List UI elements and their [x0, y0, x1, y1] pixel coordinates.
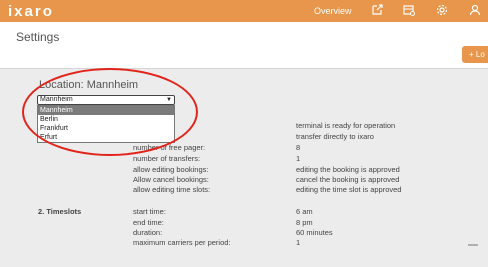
top-navigation-bar: ixaro Overview [0, 0, 488, 22]
calendar-settings-icon[interactable] [402, 3, 416, 17]
user-icon[interactable] [468, 3, 482, 17]
setting-label: Allow cancel bookings: [133, 175, 209, 184]
location-option[interactable]: Berlin [38, 115, 174, 124]
setting-value: 1 [296, 154, 301, 163]
setting-label: maximum carriers per period: [133, 238, 231, 247]
setting-label: number of transfers: [133, 154, 201, 163]
setting-label: duration: [133, 228, 163, 237]
ixaro-logo[interactable]: ixaro [8, 3, 54, 20]
location-select-value: Mannheim [40, 96, 73, 103]
setting-value: cancel the booking is approved [296, 175, 400, 184]
setting-label: allow editing time slots: [133, 185, 211, 194]
setting-label: number of free pager: [133, 143, 206, 152]
location-select[interactable]: Mannheim ▼ [37, 95, 175, 105]
setting-value: transfer directly to ixaro [296, 132, 374, 141]
chevron-down-icon: ▼ [166, 97, 172, 103]
page-title: Settings [16, 30, 60, 44]
scroll-indicator[interactable] [468, 244, 478, 246]
timeslots-section-title: 2. Timeslots [38, 207, 82, 216]
location-option[interactable]: Mannheim [38, 106, 174, 115]
nav-overview-link[interactable]: Overview [314, 6, 352, 16]
location-title: Location: Mannheim [39, 79, 139, 91]
location-option[interactable]: Erfurt [38, 133, 174, 142]
setting-label: allow editing bookings: [133, 165, 209, 174]
setting-label: start time: [133, 207, 166, 216]
setting-value: editing the time slot is approved [296, 185, 402, 194]
location-dropdown-list: Mannheim Berlin Frankfurt Erfurt [37, 105, 175, 143]
external-link-icon[interactable] [370, 3, 384, 17]
setting-value: 6 am [296, 207, 313, 216]
location-option[interactable]: Frankfurt [38, 124, 174, 133]
setting-value: 60 minutes [296, 228, 333, 237]
setting-value: 8 [296, 143, 301, 152]
setting-value: 1 [296, 238, 301, 247]
add-location-button[interactable]: + Lo [462, 46, 488, 63]
gear-icon[interactable] [435, 3, 449, 17]
setting-label: end time: [133, 218, 164, 227]
setting-value: 8 pm [296, 218, 313, 227]
setting-value: editing the booking is approved [296, 165, 400, 174]
setting-value: terminal is ready for operation [296, 121, 396, 130]
